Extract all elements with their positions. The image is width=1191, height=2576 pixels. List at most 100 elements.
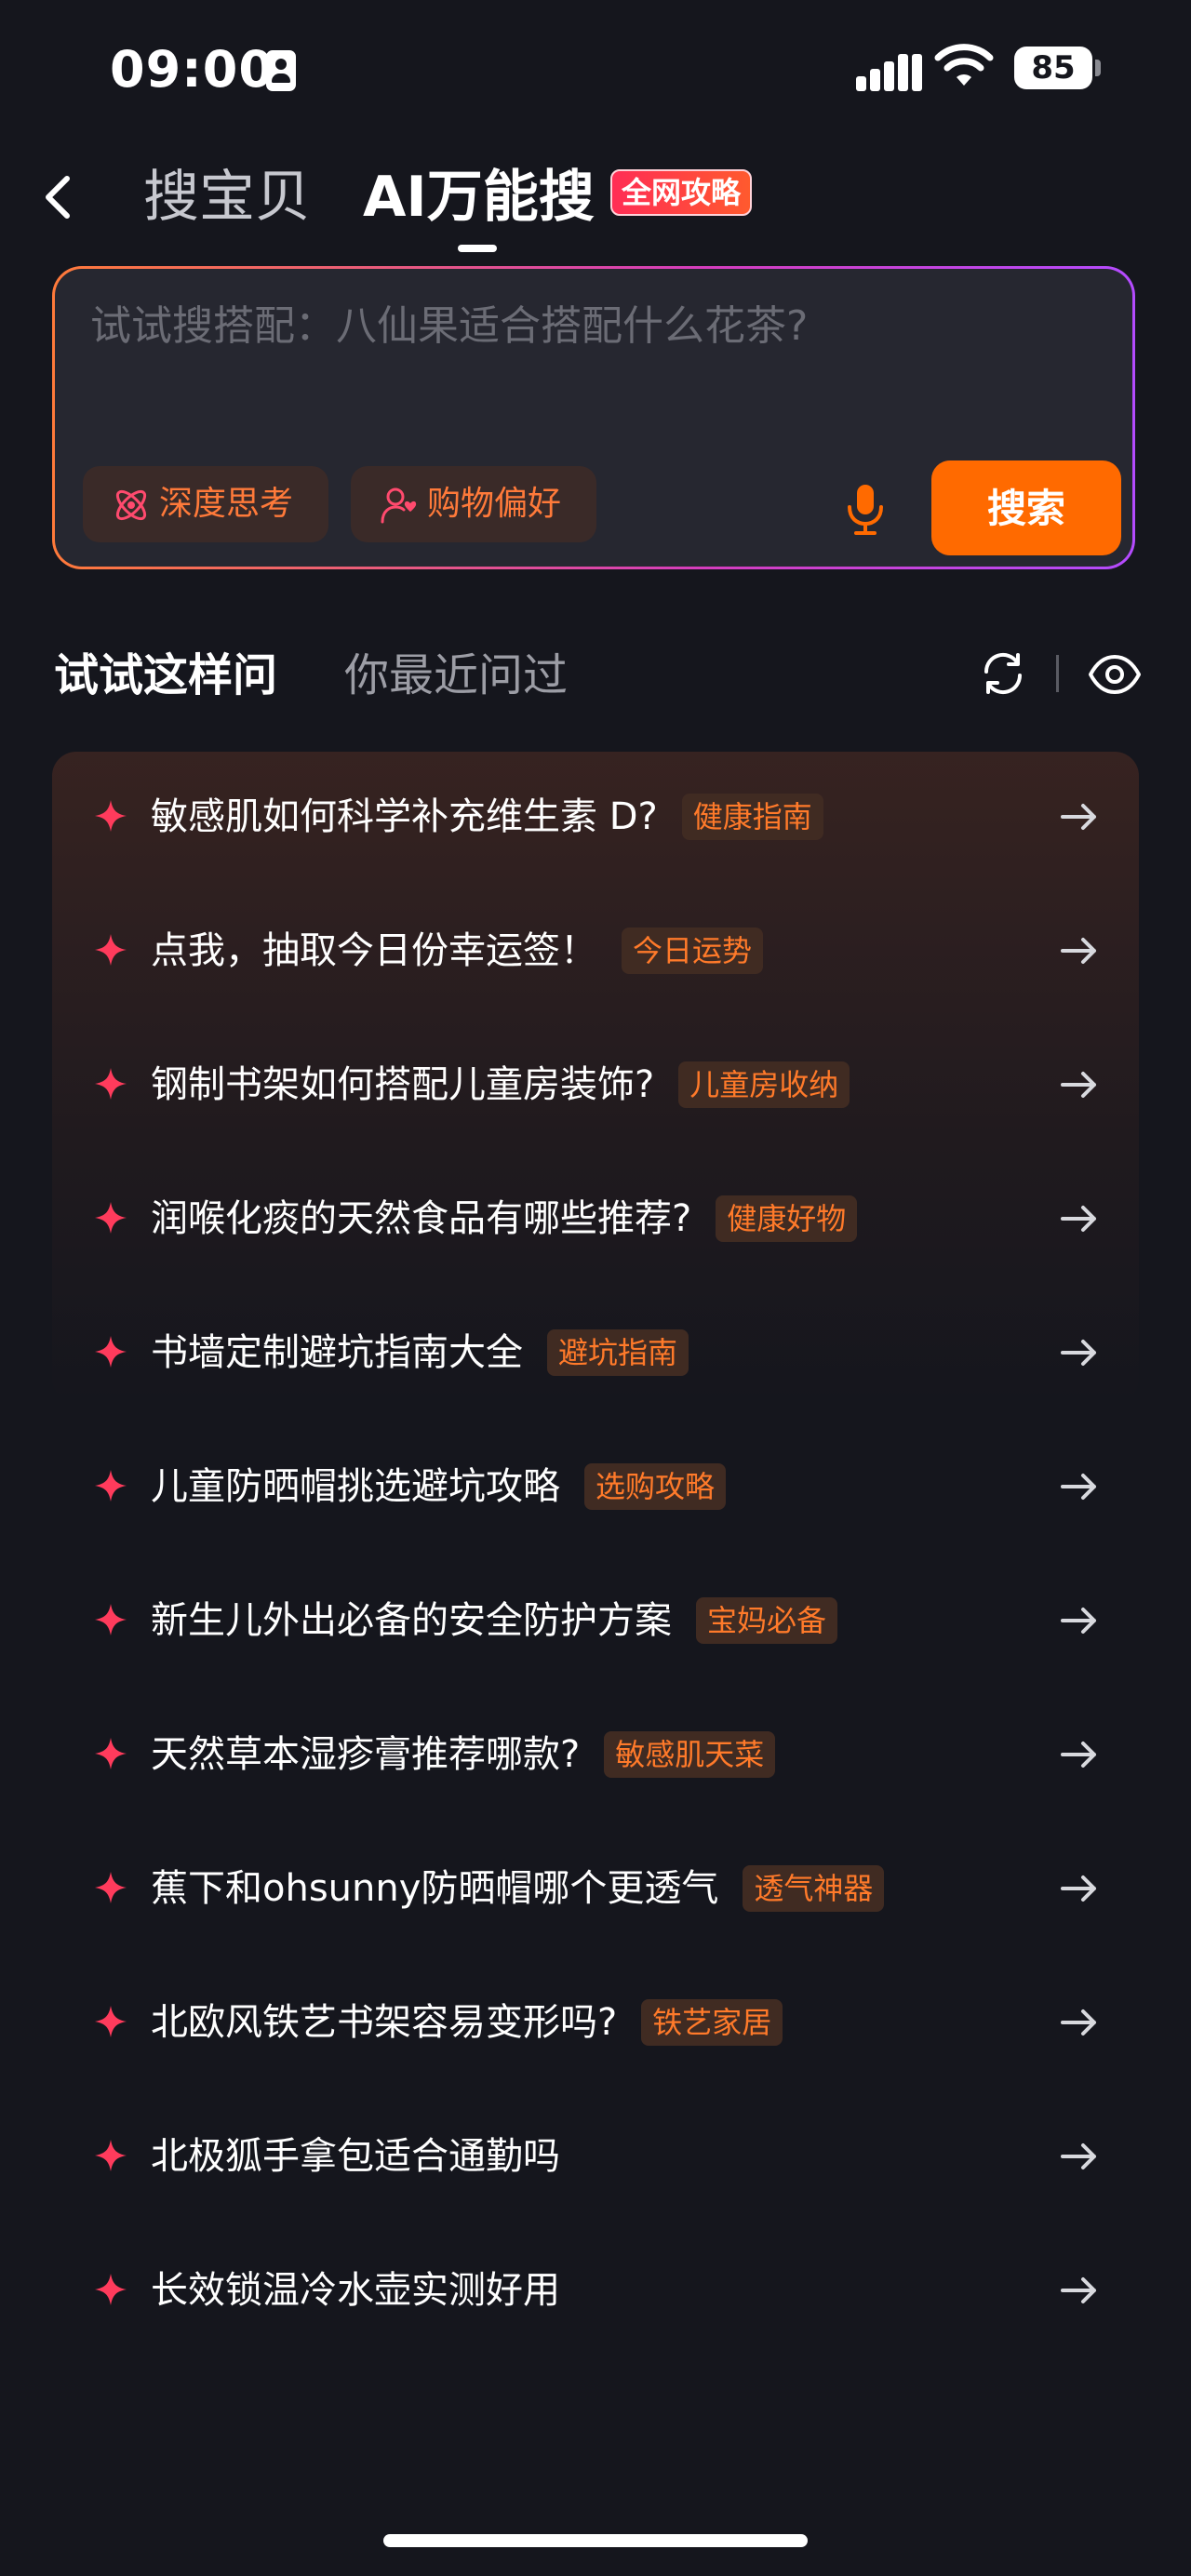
arrow-right-icon[interactable]	[1057, 2268, 1102, 2313]
suggestion-tag: 健康好物	[716, 1195, 858, 1242]
shopping-preference-label: 购物偏好	[427, 485, 562, 523]
arrow-right-icon[interactable]	[1057, 928, 1102, 973]
suggestion-tag: 健康指南	[681, 794, 823, 840]
suggestion-tag: 透气神器	[743, 1865, 885, 1912]
suggestion-text: 书墙定制避坑指南大全	[151, 1331, 523, 1374]
search-box: 试试搜搭配：八仙果适合搭配什么花茶? 深度思考 购物偏好 搜索	[52, 266, 1135, 569]
suggestion-text: 长效锁温冷水壶实测好用	[151, 2269, 560, 2312]
back-icon[interactable]	[35, 169, 82, 225]
suggestion-content: 北欧风铁艺书架容易变形吗? 铁艺家居	[151, 1995, 783, 2050]
suggestion-item[interactable]: 北欧风铁艺书架容易变形吗? 铁艺家居	[0, 1957, 1191, 2091]
suggestion-item[interactable]: 蕉下和ohsunny防晒帽哪个更透气 透气神器	[0, 1823, 1191, 1957]
arrow-right-icon[interactable]	[1057, 1464, 1102, 1509]
suggestion-item[interactable]: 润喉化痰的天然食品有哪些推荐? 健康好物	[0, 1154, 1191, 1288]
suggestion-item[interactable]: 钢制书架如何搭配儿童房装饰? 儿童房收纳	[0, 1020, 1191, 1154]
suggestion-text: 儿童防晒帽挑选避坑攻略	[151, 1465, 560, 1508]
suggestion-item[interactable]: 长效锁温冷水壶实测好用	[0, 2225, 1191, 2359]
suggestion-tag: 敏感肌天菜	[604, 1731, 776, 1778]
arrow-right-icon[interactable]	[1057, 1598, 1102, 1643]
sparkle-icon	[95, 1068, 127, 1100]
active-tab-indicator	[458, 245, 497, 252]
cellular-signal-icon	[856, 47, 922, 91]
sparkle-icon	[95, 2006, 127, 2037]
arrow-right-icon[interactable]	[1057, 1330, 1102, 1375]
atom-icon	[115, 489, 147, 521]
suggestion-text: 北极狐手拿包适合通勤吗	[151, 2135, 560, 2178]
suggestion-content: 书墙定制避坑指南大全 避坑指南	[151, 1325, 689, 1381]
suggestion-item[interactable]: 书墙定制避坑指南大全 避坑指南	[0, 1288, 1191, 1421]
sparkle-icon	[95, 1470, 127, 1502]
suggestion-item[interactable]: 北极狐手拿包适合通勤吗	[0, 2091, 1191, 2225]
id-card-icon	[266, 50, 296, 91]
suggestion-text: 钢制书架如何搭配儿童房装饰?	[151, 1063, 655, 1106]
tab-search-items[interactable]: 搜宝贝	[143, 160, 311, 234]
suggestion-tag: 避坑指南	[547, 1329, 689, 1376]
suggestion-text: 蕉下和ohsunny防晒帽哪个更透气	[151, 1867, 719, 1910]
arrow-right-icon[interactable]	[1057, 1866, 1102, 1911]
tab-ai-search[interactable]: AI万能搜	[363, 160, 595, 234]
suggestion-content: 敏感肌如何科学补充维生素 D? 健康指南	[151, 789, 823, 845]
arrow-right-icon[interactable]	[1057, 1196, 1102, 1241]
suggestion-list: 敏感肌如何科学补充维生素 D? 健康指南点我，抽取今日份幸运签！ 今日运势钢制书架如…	[0, 752, 1191, 2359]
section-tabs: 试试这样问 你最近问过	[0, 633, 1191, 716]
search-input-area[interactable]: 试试搜搭配：八仙果适合搭配什么花茶? 深度思考 购物偏好 搜索	[55, 269, 1132, 567]
suggestion-content: 新生儿外出必备的安全防护方案 宝妈必备	[151, 1593, 838, 1648]
suggestion-content: 天然草本湿疹膏推荐哪款? 敏感肌天菜	[151, 1727, 776, 1782]
suggestion-tag: 宝妈必备	[696, 1597, 838, 1644]
suggestion-item[interactable]: 儿童防晒帽挑选避坑攻略 选购攻略	[0, 1421, 1191, 1555]
user-heart-icon	[381, 487, 417, 524]
suggestion-tag: 儿童房收纳	[678, 1061, 850, 1108]
suggestion-content: 点我，抽取今日份幸运签！ 今日运势	[151, 923, 764, 979]
suggestion-text: 敏感肌如何科学补充维生素 D?	[151, 795, 658, 838]
tab-recently-asked[interactable]: 你最近问过	[344, 646, 568, 705]
divider	[1056, 655, 1059, 692]
sparkle-icon	[95, 1202, 127, 1234]
ai-search-badge: 全网攻略	[610, 169, 753, 216]
home-indicator	[383, 2534, 808, 2547]
suggestion-text: 天然草本湿疹膏推荐哪款?	[151, 1733, 581, 1776]
status-time: 09:00	[110, 40, 274, 99]
suggestion-item[interactable]: 新生儿外出必备的安全防护方案 宝妈必备	[0, 1555, 1191, 1689]
microphone-icon[interactable]	[842, 481, 889, 537]
nav-header: 搜宝贝 AI万能搜 全网攻略	[0, 140, 1191, 260]
suggestion-tag: 选购攻略	[584, 1463, 727, 1510]
suggestion-text: 润喉化痰的天然食品有哪些推荐?	[151, 1197, 692, 1240]
sparkle-icon	[95, 2274, 127, 2305]
battery-tip	[1095, 60, 1101, 76]
suggestion-text: 新生儿外出必备的安全防护方案	[151, 1599, 672, 1642]
arrow-right-icon[interactable]	[1057, 1732, 1102, 1777]
tab-try-asking[interactable]: 试试这样问	[54, 646, 277, 705]
sparkle-icon	[95, 800, 127, 832]
deep-thinking-label: 深度思考	[159, 485, 294, 523]
suggestion-tag: 今日运势	[622, 928, 764, 974]
arrow-right-icon[interactable]	[1057, 2000, 1102, 2045]
sparkle-icon	[95, 934, 127, 966]
search-input-placeholder[interactable]: 试试搜搭配：八仙果适合搭配什么花茶?	[90, 299, 808, 354]
shopping-preference-chip[interactable]: 购物偏好	[351, 466, 596, 542]
battery-icon: 85	[1014, 47, 1092, 89]
search-button[interactable]: 搜索	[931, 460, 1121, 555]
eye-icon[interactable]	[1087, 653, 1143, 696]
suggestion-item[interactable]: 敏感肌如何科学补充维生素 D? 健康指南	[0, 752, 1191, 886]
refresh-icon[interactable]	[979, 649, 1027, 698]
suggestion-content: 长效锁温冷水壶实测好用	[151, 2262, 560, 2318]
suggestion-content: 北极狐手拿包适合通勤吗	[151, 2129, 560, 2184]
arrow-right-icon[interactable]	[1057, 2134, 1102, 2179]
suggestion-item[interactable]: 天然草本湿疹膏推荐哪款? 敏感肌天菜	[0, 1689, 1191, 1823]
sparkle-icon	[95, 1336, 127, 1368]
suggestion-text: 北欧风铁艺书架容易变形吗?	[151, 2001, 618, 2044]
suggestion-content: 儿童防晒帽挑选避坑攻略 选购攻略	[151, 1459, 727, 1515]
sparkle-icon	[95, 2140, 127, 2171]
arrow-right-icon[interactable]	[1057, 794, 1102, 839]
suggestion-content: 润喉化痰的天然食品有哪些推荐? 健康好物	[151, 1191, 858, 1247]
arrow-right-icon[interactable]	[1057, 1062, 1102, 1107]
sparkle-icon	[95, 1604, 127, 1635]
sparkle-icon	[95, 1738, 127, 1769]
sparkle-icon	[95, 1872, 127, 1903]
deep-thinking-chip[interactable]: 深度思考	[83, 466, 328, 542]
status-bar: 09:00 85	[0, 0, 1191, 140]
suggestion-content: 蕉下和ohsunny防晒帽哪个更透气 透气神器	[151, 1861, 885, 1916]
suggestion-item[interactable]: 点我，抽取今日份幸运签！ 今日运势	[0, 886, 1191, 1020]
suggestion-content: 钢制书架如何搭配儿童房装饰? 儿童房收纳	[151, 1057, 850, 1113]
suggestion-tag: 铁艺家居	[641, 1999, 783, 2046]
